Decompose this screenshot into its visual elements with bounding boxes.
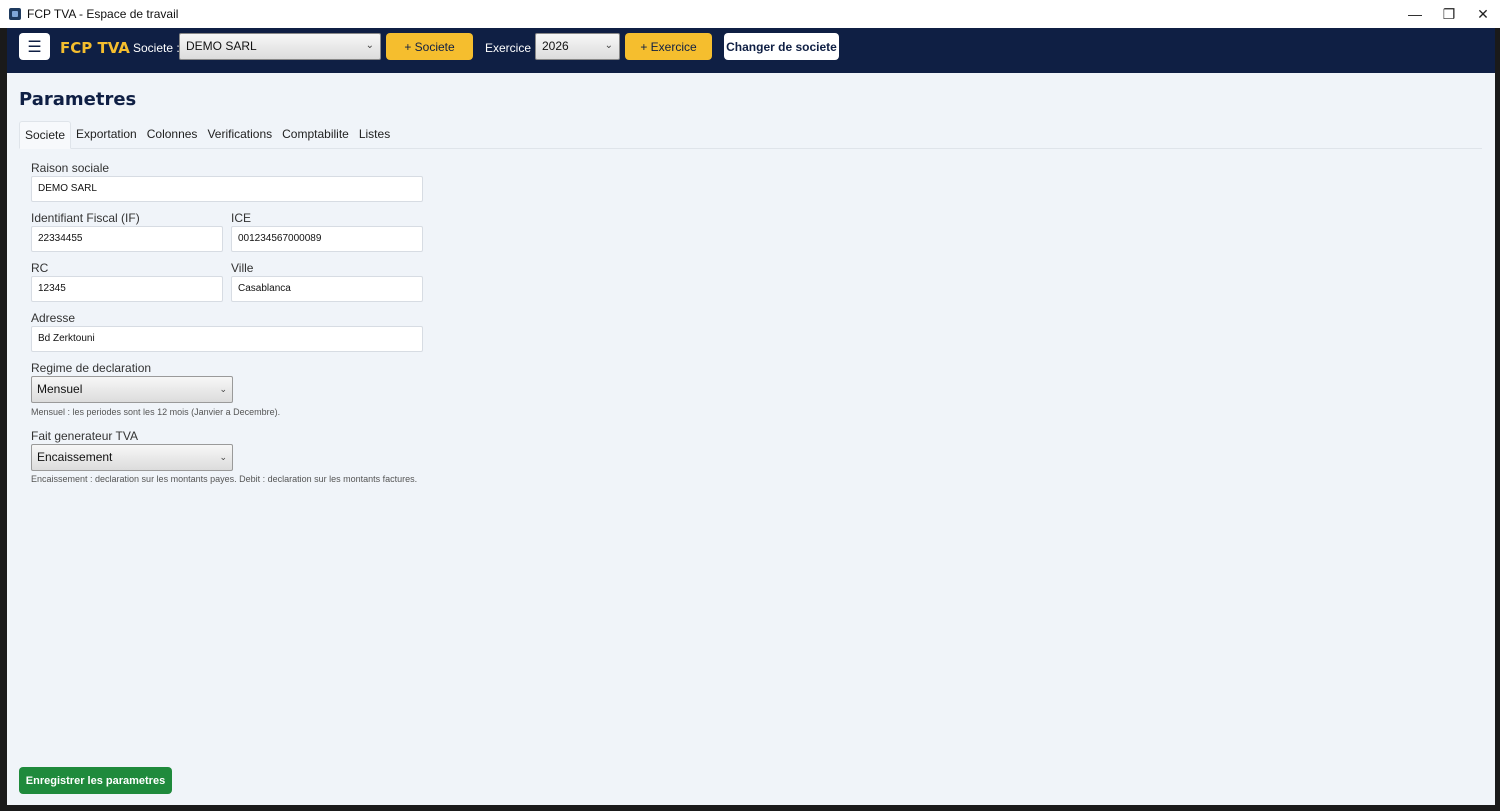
add-exercice-button[interactable]: + Exercice [625, 33, 712, 60]
chevron-down-icon: ⌄ [219, 384, 227, 394]
exercice-select[interactable]: 2026 ⌄ [535, 33, 620, 60]
brand-logo: FCP TVA [60, 39, 130, 57]
window-titlebar: FCP TVA - Espace de travail — ❐ ✕ [0, 0, 1500, 28]
settings-tabs: Societe Exportation Colonnes Verificatio… [19, 121, 1482, 149]
regime-select[interactable]: Mensuel ⌄ [31, 376, 233, 403]
chevron-down-icon: ⌄ [365, 40, 374, 51]
societe-select-value: DEMO SARL [186, 39, 257, 53]
window-title: FCP TVA - Espace de travail [27, 7, 179, 21]
exercice-select-value: 2026 [542, 39, 569, 53]
window-controls: — ❐ ✕ [1398, 0, 1500, 28]
ice-label: ICE [231, 211, 252, 225]
societe-label: Societe : [133, 41, 180, 55]
fait-generateur-select-value: Encaissement [37, 450, 113, 464]
restore-icon[interactable]: ❐ [1432, 0, 1466, 28]
tab-exportation[interactable]: Exportation [71, 121, 142, 149]
rc-label: RC [31, 261, 49, 275]
ville-input[interactable]: Casablanca [231, 276, 423, 302]
app-window: ☰ FCP TVA Societe : DEMO SARL ⌄ + Societ… [7, 28, 1495, 805]
fait-generateur-help-text: Encaissement : declaration sur les monta… [31, 474, 418, 484]
ville-label: Ville [231, 261, 254, 275]
close-icon[interactable]: ✕ [1466, 0, 1500, 28]
page-title: Parametres [19, 89, 137, 110]
tab-colonnes[interactable]: Colonnes [142, 121, 203, 149]
tab-listes[interactable]: Listes [354, 121, 395, 149]
chevron-down-icon: ⌄ [219, 452, 227, 462]
tab-verifications[interactable]: Verifications [202, 121, 277, 149]
tab-comptabilite[interactable]: Comptabilite [277, 121, 354, 149]
hamburger-icon: ☰ [27, 38, 42, 56]
minimize-icon[interactable]: — [1398, 0, 1432, 28]
adresse-label: Adresse [31, 311, 76, 325]
regime-select-value: Mensuel [37, 382, 83, 396]
fait-generateur-label: Fait generateur TVA [31, 429, 138, 443]
raison-sociale-label: Raison sociale [31, 161, 110, 175]
chevron-down-icon: ⌄ [604, 40, 613, 51]
societe-select[interactable]: DEMO SARL ⌄ [179, 33, 381, 60]
add-societe-button[interactable]: + Societe [386, 33, 473, 60]
change-societe-button[interactable]: Changer de societe [724, 33, 839, 60]
regime-label: Regime de declaration [31, 361, 152, 375]
identifiant-fiscal-label: Identifiant Fiscal (IF) [31, 211, 140, 225]
raison-sociale-input[interactable]: DEMO SARL [31, 176, 423, 202]
save-settings-button[interactable]: Enregistrer les parametres [19, 767, 172, 794]
app-icon [9, 8, 21, 20]
adresse-input[interactable]: Bd Zerktouni [31, 326, 423, 352]
top-header: ☰ FCP TVA Societe : DEMO SARL ⌄ + Societ… [7, 28, 1495, 73]
identifiant-fiscal-input[interactable]: 22334455 [31, 226, 223, 252]
ice-input[interactable]: 001234567000089 [231, 226, 423, 252]
fait-generateur-select[interactable]: Encaissement ⌄ [31, 444, 233, 471]
rc-input[interactable]: 12345 [31, 276, 223, 302]
hamburger-menu-button[interactable]: ☰ [19, 33, 50, 60]
tab-societe[interactable]: Societe [19, 121, 72, 149]
regime-help-text: Mensuel : les periodes sont les 12 mois … [31, 407, 281, 417]
exercice-label: Exercice : [485, 41, 538, 55]
